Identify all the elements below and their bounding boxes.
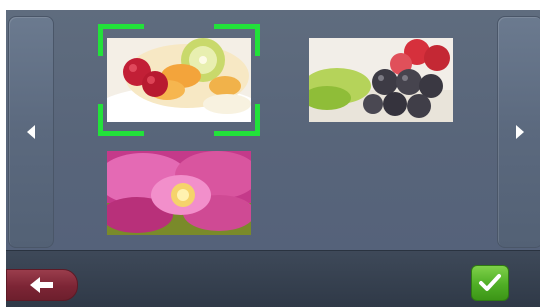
photo-thumbnail-grapes[interactable]: [309, 38, 453, 122]
photo-gallery-screen: [6, 10, 540, 307]
photo-thumbnail-fruit-salad[interactable]: [107, 38, 251, 122]
flower-photo: [107, 151, 251, 235]
gallery-area: [6, 10, 540, 250]
grapes-photo: [309, 38, 453, 122]
fruit-salad-photo: [107, 38, 251, 122]
bottom-toolbar: [6, 250, 540, 307]
next-page-button[interactable]: [497, 16, 540, 248]
chevron-right-icon: [516, 125, 524, 139]
back-button[interactable]: [6, 269, 78, 301]
checkmark-icon: [479, 274, 501, 291]
confirm-button[interactable]: [471, 265, 509, 301]
back-arrow-icon: [30, 277, 53, 293]
previous-page-button[interactable]: [8, 16, 54, 248]
chevron-left-icon: [27, 125, 35, 139]
photo-thumbnail-flower[interactable]: [107, 151, 251, 235]
